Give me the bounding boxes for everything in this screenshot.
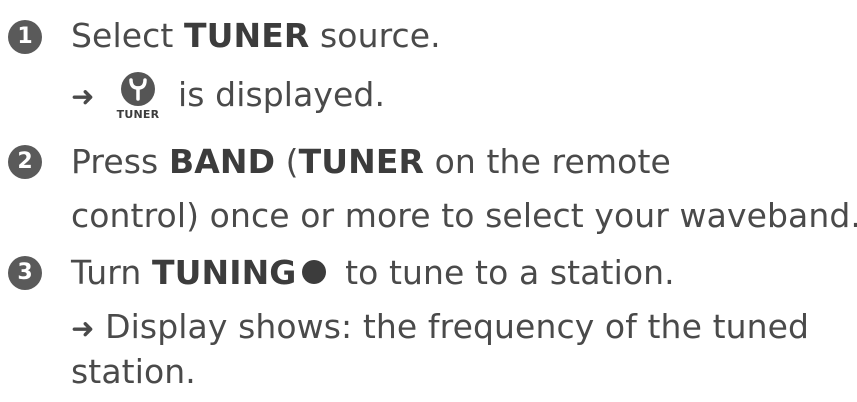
step-1-source-name: TUNER	[184, 16, 310, 55]
step-3-text-post: to tune to a station.	[334, 253, 675, 292]
step-3-line-1: Turn TUNING to tune to a station.	[71, 253, 675, 293]
arrow-right-icon: ➜	[71, 80, 95, 113]
step-2-text-mid: (	[275, 142, 299, 181]
step-3-badge: 3	[8, 256, 42, 290]
step-3-display-text: Display shows: the frequency of the tune…	[94, 307, 810, 346]
step-1-displayed-text: is displayed.	[178, 75, 386, 114]
step-1-badge: 1	[8, 20, 42, 54]
step-3-line-2: ➜ Display shows: the frequency of the tu…	[71, 307, 809, 349]
tuner-icon-label: TUNER	[116, 108, 160, 121]
knob-icon	[302, 259, 327, 284]
step-1-text-post: source.	[309, 16, 441, 55]
step-2-band-button: BAND	[168, 142, 276, 181]
step-2-text-pre: Press	[71, 142, 169, 181]
step-1-line-1: Select TUNER source.	[71, 16, 441, 56]
step-3-line-3: station.	[71, 352, 196, 392]
arrow-right-icon: ➜	[71, 312, 95, 345]
step-3-text-pre: Turn	[71, 253, 152, 292]
step-1-line-2-text: is displayed.	[178, 75, 385, 115]
antenna-icon	[121, 72, 155, 106]
step-2-tuner-button: TUNER	[298, 142, 425, 181]
step-1-text-pre: Select	[71, 16, 184, 55]
step-2-text-continued: control) once or more to select your wav…	[71, 196, 857, 235]
tuner-icon: TUNER	[108, 72, 168, 128]
step-3-display-text-continued: station.	[71, 352, 196, 391]
step-2-line-1: Press BAND (TUNER on the remote	[71, 142, 671, 182]
step-1-line-2: ➜	[71, 75, 95, 117]
instruction-page: 1 Select TUNER source. ➜ TUNER is displa…	[0, 0, 857, 402]
step-2-badge: 2	[8, 145, 42, 179]
step-2-text-post: on the remote	[424, 142, 671, 181]
step-2-line-2: control) once or more to select your wav…	[71, 196, 857, 236]
step-3-tuning-control: TUNING	[151, 253, 297, 292]
